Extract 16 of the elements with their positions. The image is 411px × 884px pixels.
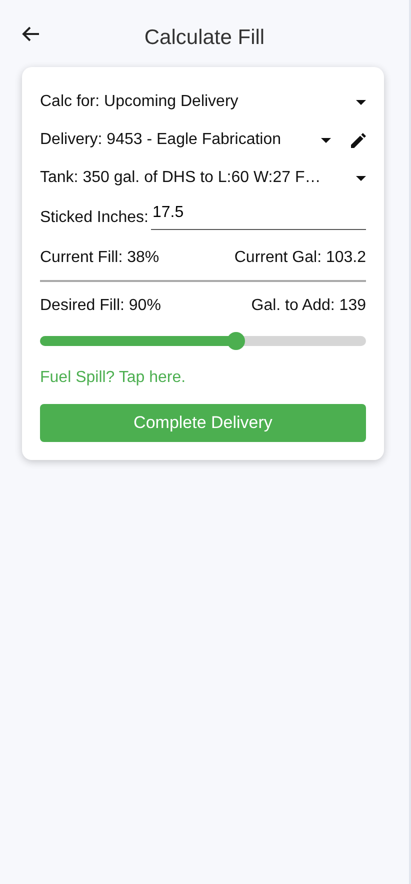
desired-fill-text: Desired Fill: 90%	[40, 296, 161, 316]
dropdown-select[interactable]: Tank: 350 gal. of DHS to L:60 W:27 F…	[40, 166, 366, 190]
back-arrow-icon	[22, 26, 40, 42]
field-label: Sticked Inches:	[40, 208, 148, 228]
current-fill-text: Current Fill: 38%	[40, 248, 160, 268]
caret-icon	[321, 138, 331, 142]
pencil-icon[interactable]	[351, 132, 366, 148]
sticked-inches-field[interactable]: 17.5	[150, 201, 366, 230]
current-gallons-text: Current Gal: 103.2	[234, 248, 366, 268]
dropdown-select[interactable]: Delivery: 9453 - Eagle Fabrication	[40, 128, 345, 152]
slider-thumb[interactable]	[226, 332, 245, 350]
page-title: Calculate Fill	[144, 26, 265, 49]
caret-icon	[356, 176, 366, 180]
dropdown-select[interactable]: Calc for: Upcoming Delivery	[40, 90, 366, 114]
caret-icon	[356, 100, 366, 104]
gallons-to-add-text: Gal. to Add: 139	[251, 296, 366, 316]
